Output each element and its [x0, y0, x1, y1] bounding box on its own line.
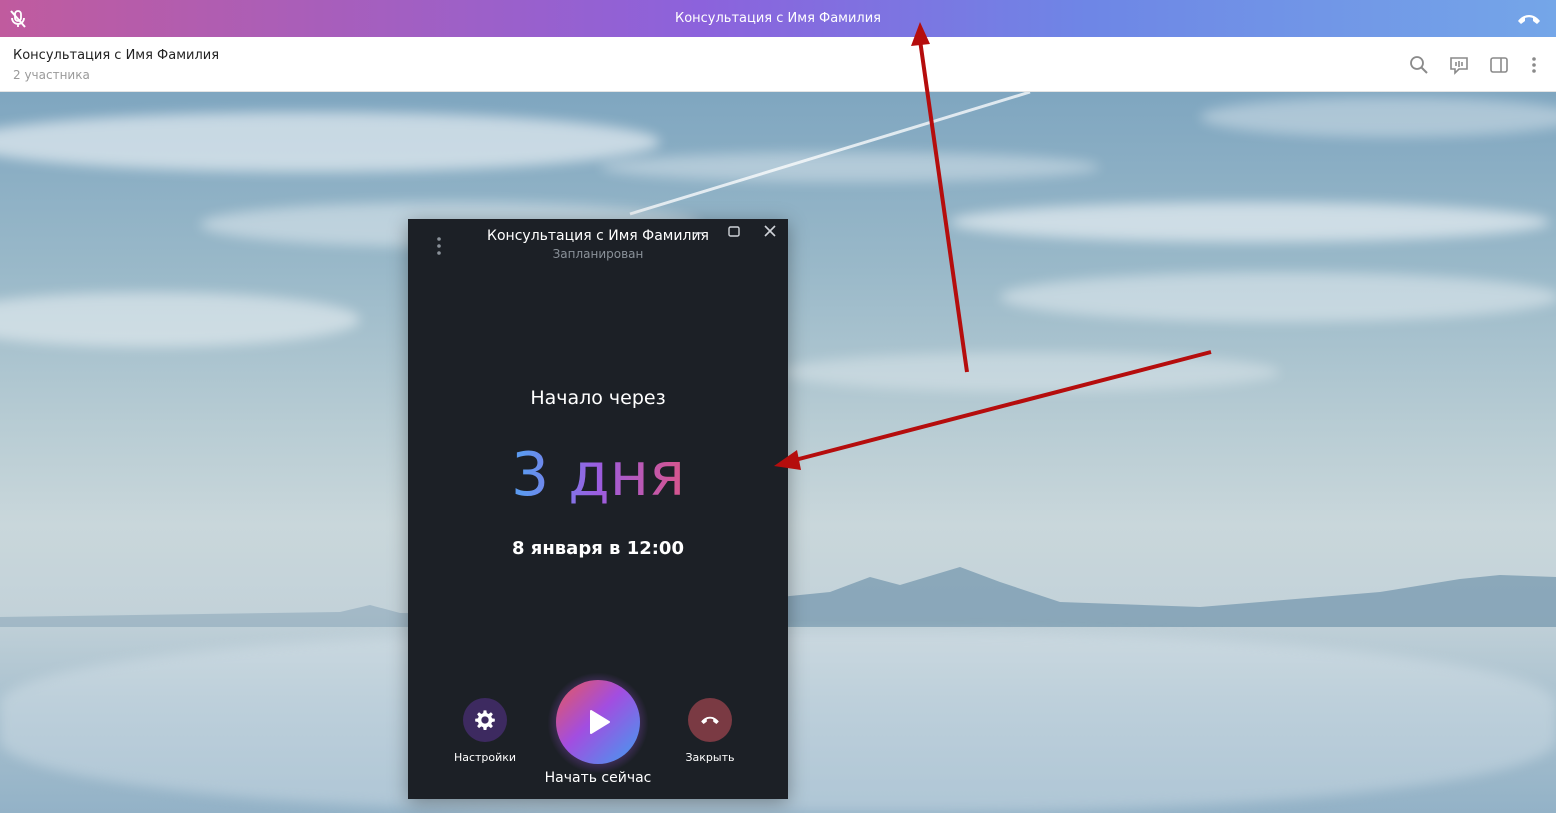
- scheduled-date: 8 января в 12:00: [512, 538, 684, 559]
- close-call-button[interactable]: [688, 698, 732, 742]
- call-status: Запланирован: [552, 247, 644, 261]
- gear-icon: [475, 710, 495, 730]
- minimize-icon[interactable]: [692, 225, 706, 239]
- participants-count: 2 участника: [13, 68, 90, 82]
- close-icon[interactable]: [763, 224, 777, 238]
- call-window: Консультация с Имя Фамилия Запланирован …: [408, 219, 788, 799]
- active-call-bar[interactable]: Консультация с Имя Фамилия: [0, 0, 1556, 37]
- start-now-button[interactable]: [556, 680, 640, 764]
- voice-chat-icon[interactable]: [1449, 55, 1469, 75]
- hangup-icon: [701, 716, 719, 724]
- more-vertical-icon[interactable]: [1524, 55, 1544, 75]
- chat-header: Консультация с Имя Фамилия 2 участника: [0, 37, 1556, 92]
- settings-button[interactable]: [463, 698, 507, 742]
- call-bar-title: Консультация с Имя Фамилия: [674, 11, 882, 26]
- more-vertical-icon[interactable]: [434, 235, 444, 257]
- play-icon: [590, 710, 610, 734]
- hangup-icon[interactable]: [1516, 9, 1542, 29]
- mic-off-icon[interactable]: [8, 9, 28, 29]
- chat-title[interactable]: Консультация с Имя Фамилия: [13, 48, 219, 63]
- close-label: Закрыть: [685, 751, 735, 764]
- start-now-label: Начать сейчас: [544, 770, 652, 786]
- sidebar-toggle-icon[interactable]: [1489, 55, 1509, 75]
- starts-in-label: Начало через: [530, 387, 666, 409]
- countdown: 3 дня: [408, 437, 788, 513]
- maximize-icon[interactable]: [727, 225, 741, 239]
- settings-label: Настройки: [453, 751, 517, 764]
- search-icon[interactable]: [1409, 55, 1429, 75]
